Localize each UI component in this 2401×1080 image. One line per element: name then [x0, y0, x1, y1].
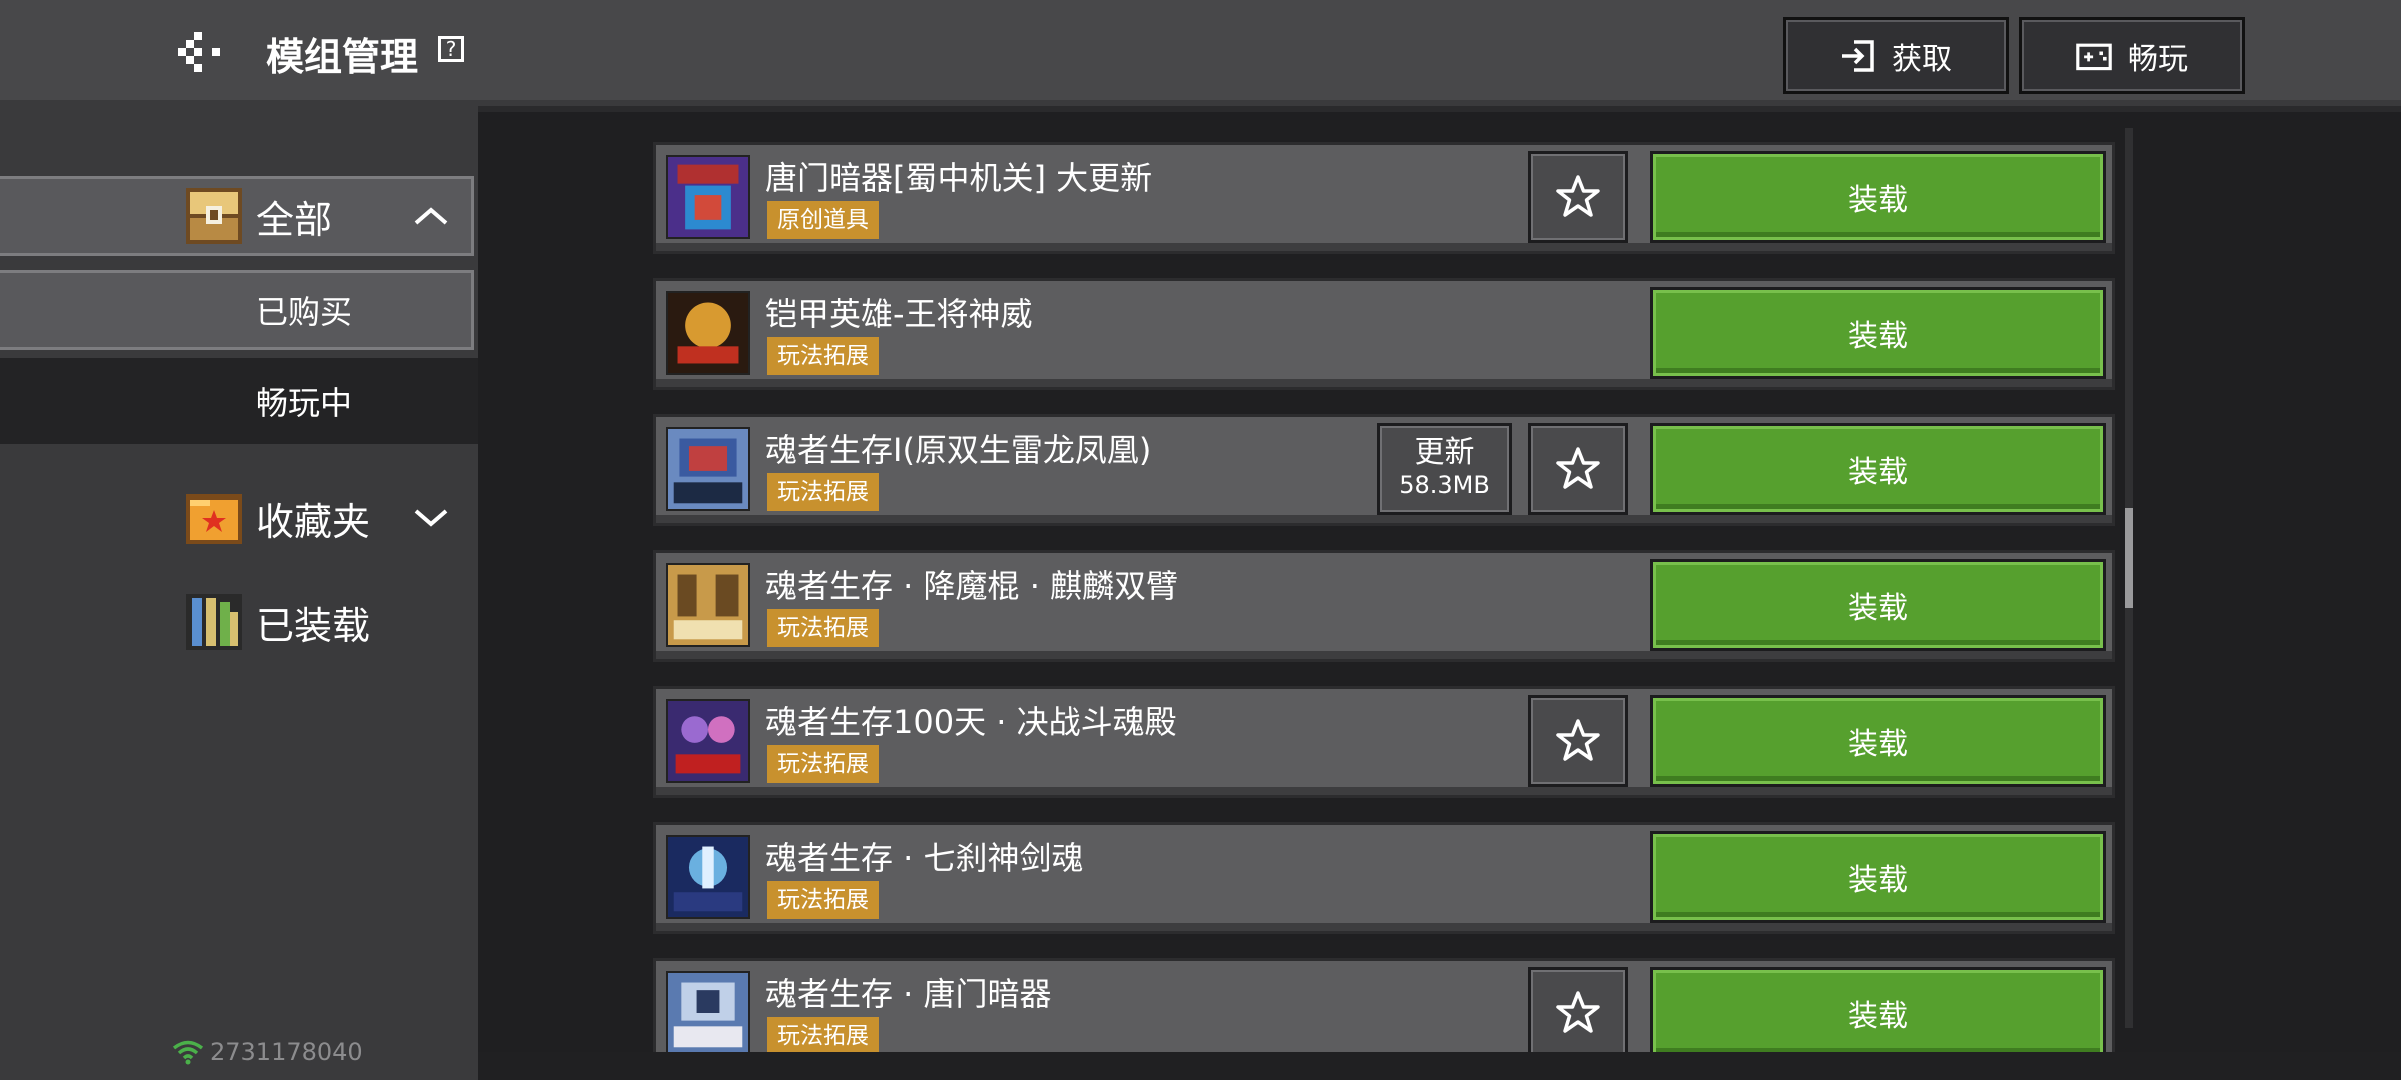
star-icon: [1556, 991, 1600, 1033]
mod-category-tag: 玩法拓展: [767, 473, 879, 511]
import-icon: [1842, 39, 1874, 72]
update-button[interactable]: 更新 58.3MB: [1377, 423, 1512, 515]
mod-thumbnail: [666, 835, 750, 919]
network-status: 2731178040: [172, 1038, 363, 1066]
mod-category-tag: 玩法拓展: [767, 609, 879, 647]
sidebar-item-favorites[interactable]: 收藏夹: [0, 478, 474, 558]
mod-name: 唐门暗器[蜀中机关] 大更新: [765, 159, 1153, 197]
mod-row: 魂者生存 · 降魔棍 · 麒麟双臂 玩法拓展 装载: [653, 550, 2115, 662]
mod-category-tag: 玩法拓展: [767, 1017, 879, 1055]
favorite-button[interactable]: [1528, 695, 1628, 787]
star-icon: [1556, 447, 1600, 489]
mod-name: 魂者生存I(原双生雷龙凤凰): [765, 431, 1152, 469]
favorite-button[interactable]: [1528, 423, 1628, 515]
header-bar: 模组管理 ? 获取 畅玩: [0, 0, 2401, 106]
mod-thumbnail: [666, 427, 750, 511]
load-button[interactable]: 装载: [1650, 831, 2106, 923]
mod-row: 魂者生存I(原双生雷龙凤凰) 玩法拓展 更新 58.3MB 装载: [653, 414, 2115, 526]
mod-category-tag: 玩法拓展: [767, 337, 879, 375]
update-label: 更新: [1414, 435, 1475, 470]
mod-row: 魂者生存100天 · 决战斗魂殿 玩法拓展 装载: [653, 686, 2115, 798]
mod-name: 魂者生存100天 · 决战斗魂殿: [765, 703, 1177, 741]
get-button[interactable]: 获取: [1783, 17, 2009, 94]
mod-list[interactable]: 唐门暗器[蜀中机关] 大更新 原创道具 装载 铠甲英雄-王将神威 玩法拓展 装载…: [478, 112, 2401, 1080]
star-icon: [1556, 175, 1600, 217]
chevron-up-icon: [414, 207, 448, 225]
chest-icon: [186, 188, 242, 244]
mod-thumbnail: [666, 971, 750, 1055]
sidebar-all-label: 全部: [256, 197, 333, 242]
page-title: 模组管理: [266, 35, 419, 79]
scrollbar-thumb[interactable]: [2125, 508, 2133, 608]
mod-thumbnail: [666, 563, 750, 647]
load-button[interactable]: 装载: [1650, 287, 2106, 379]
mod-name: 魂者生存 · 降魔棍 · 麒麟双臂: [765, 567, 1179, 605]
favorite-button[interactable]: [1528, 151, 1628, 243]
sidebar-item-playing[interactable]: 畅玩中: [0, 358, 478, 444]
mod-thumbnail: [666, 699, 750, 783]
sidebar-item-loaded[interactable]: 已装载: [0, 582, 474, 662]
user-id: 2731178040: [210, 1038, 363, 1066]
wifi-icon: [172, 1040, 204, 1065]
sidebar-item-all[interactable]: 全部: [0, 176, 474, 256]
play-button[interactable]: 畅玩: [2019, 17, 2245, 94]
favorite-button[interactable]: [1528, 967, 1628, 1059]
help-icon[interactable]: ?: [438, 36, 464, 62]
favorites-folder-icon: [186, 490, 242, 546]
sidebar-bought-label: 已购买: [256, 293, 353, 331]
mod-thumbnail: [666, 155, 750, 239]
mod-thumbnail: [666, 291, 750, 375]
sidebar-item-bought[interactable]: 已购买: [0, 270, 474, 350]
books-icon: [186, 594, 242, 650]
load-button[interactable]: 装载: [1650, 967, 2106, 1059]
chevron-down-icon: [414, 509, 448, 527]
mod-category-tag: 原创道具: [767, 201, 879, 239]
sidebar-favorites-label: 收藏夹: [256, 499, 371, 544]
load-button[interactable]: 装载: [1650, 151, 2106, 243]
sidebar-loaded-label: 已装载: [256, 603, 371, 648]
load-button[interactable]: 装载: [1650, 695, 2106, 787]
play-button-label: 畅玩: [2128, 41, 2188, 77]
mod-row: 铠甲英雄-王将神威 玩法拓展 装载: [653, 278, 2115, 390]
sidebar-playing-label: 畅玩中: [256, 384, 353, 422]
back-arrow-icon[interactable]: [178, 30, 228, 74]
mod-category-tag: 玩法拓展: [767, 881, 879, 919]
mod-name: 铠甲英雄-王将神威: [765, 295, 1033, 333]
mod-name: 魂者生存 · 唐门暗器: [765, 975, 1052, 1013]
star-icon: [1556, 719, 1600, 761]
mod-category-tag: 玩法拓展: [767, 745, 879, 783]
get-button-label: 获取: [1892, 41, 1952, 77]
mod-row: 魂者生存 · 七刹神剑魂 玩法拓展 装载: [653, 822, 2115, 934]
update-size: 58.3MB: [1399, 471, 1490, 499]
load-button[interactable]: 装载: [1650, 559, 2106, 651]
load-button[interactable]: 装载: [1650, 423, 2106, 515]
sidebar: 全部 已购买 畅玩中 收藏夹 已装载 2731178040: [0, 106, 478, 1080]
mod-name: 魂者生存 · 七刹神剑魂: [765, 839, 1084, 877]
gamepad-icon: [2076, 43, 2112, 70]
mod-row: 唐门暗器[蜀中机关] 大更新 原创道具 装载: [653, 142, 2115, 254]
list-bottom-edge: [478, 1052, 2401, 1080]
